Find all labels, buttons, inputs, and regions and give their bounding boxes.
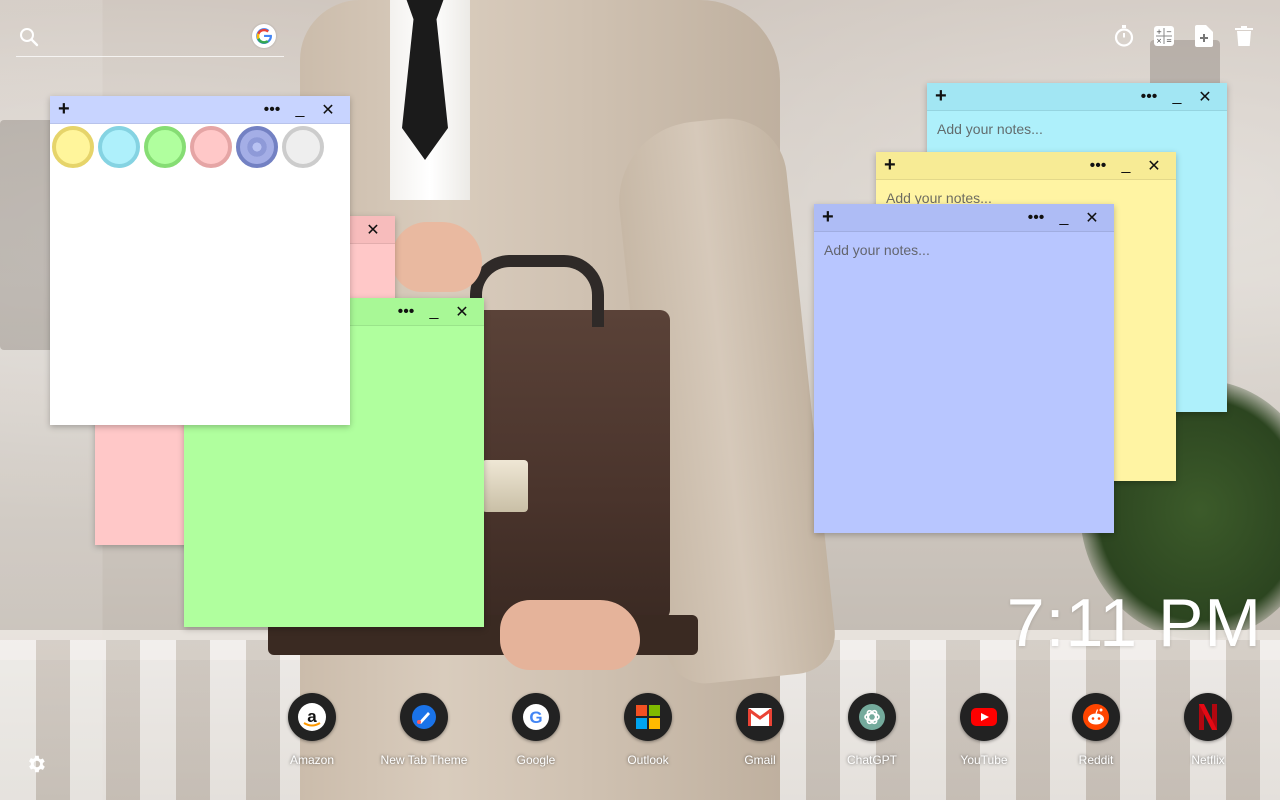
dock-app-label: ChatGPT — [846, 753, 897, 767]
dock-app-gmail[interactable]: Gmail — [704, 693, 816, 767]
search-bar — [16, 24, 284, 57]
dock-app-label: Gmail — [744, 753, 776, 767]
add-note-icon[interactable] — [1192, 24, 1216, 48]
dock-app-reddit[interactable]: Reddit — [1040, 693, 1152, 767]
close-note-button[interactable]: ✕ — [1140, 154, 1168, 178]
note-body — [50, 170, 350, 425]
color-swatch-blue[interactable] — [98, 126, 140, 168]
add-note-button[interactable]: + — [884, 154, 906, 178]
close-note-button[interactable]: ✕ — [314, 98, 342, 122]
dock-app-label: New Tab Theme — [380, 753, 468, 767]
color-swatch-purple[interactable] — [236, 126, 278, 168]
sticky-note-purple[interactable]: + ••• _ ✕ — [814, 204, 1114, 533]
dock-app-netflix[interactable]: Netflix — [1152, 693, 1264, 767]
color-swatch-pink[interactable] — [190, 126, 232, 168]
note-menu-button[interactable]: ••• — [258, 98, 286, 122]
note-menu-button[interactable]: ••• — [1022, 206, 1050, 230]
close-note-button[interactable]: ✕ — [1191, 85, 1219, 109]
note-header[interactable]: + ••• _ ✕ — [814, 204, 1114, 232]
minimize-note-button[interactable]: _ — [286, 98, 314, 122]
search-input[interactable] — [50, 26, 254, 50]
add-note-button[interactable]: + — [58, 98, 80, 122]
youtube-icon[interactable] — [960, 693, 1008, 741]
minimize-note-button[interactable]: _ — [1050, 206, 1078, 230]
color-palette — [50, 124, 350, 170]
search-icon[interactable] — [18, 26, 40, 48]
gmail-icon[interactable] — [736, 693, 784, 741]
dock-app-label: Amazon — [289, 753, 335, 767]
color-swatch-green[interactable] — [144, 126, 186, 168]
background-hand — [500, 600, 640, 670]
svg-text:=: = — [1166, 37, 1172, 45]
color-swatch-yellow[interactable] — [52, 126, 94, 168]
add-note-button[interactable]: + — [822, 206, 844, 230]
new-tab-theme-icon[interactable] — [400, 693, 448, 741]
note-textarea[interactable] — [824, 242, 1104, 523]
note-textarea[interactable] — [60, 180, 340, 415]
dock-app-google[interactable]: G Google — [480, 693, 592, 767]
google-icon[interactable]: G — [512, 693, 560, 741]
svg-text:G: G — [529, 708, 542, 727]
svg-text:×: × — [1156, 37, 1162, 45]
note-body — [814, 232, 1114, 533]
settings-gear-icon[interactable] — [25, 753, 47, 775]
background-sleeve — [611, 112, 839, 688]
dock-app-new-tab-theme[interactable]: New Tab Theme — [368, 693, 480, 767]
close-note-button[interactable]: ✕ — [359, 218, 387, 242]
dock-app-label: YouTube — [960, 753, 1008, 767]
background-tie — [402, 0, 448, 160]
note-header[interactable]: + ••• _ ✕ — [50, 96, 350, 124]
dock-app-youtube[interactable]: YouTube — [928, 693, 1040, 767]
sticky-note-white[interactable]: + ••• _ ✕ — [50, 96, 350, 425]
note-header[interactable]: + ••• _ ✕ — [927, 83, 1227, 111]
note-menu-button[interactable]: ••• — [392, 300, 420, 324]
svg-text:−: − — [1166, 28, 1172, 36]
minimize-note-button[interactable]: _ — [1112, 154, 1140, 178]
reddit-icon[interactable] — [1072, 693, 1120, 741]
trash-icon[interactable] — [1232, 24, 1256, 48]
color-swatch-white[interactable] — [282, 126, 324, 168]
close-note-button[interactable]: ✕ — [1078, 206, 1106, 230]
background-window — [740, 490, 810, 620]
app-dock: a Amazon New Tab Theme G Google Outlook … — [256, 693, 1264, 767]
netflix-icon[interactable] — [1184, 693, 1232, 741]
close-note-button[interactable]: ✕ — [448, 300, 476, 324]
background-hand — [392, 222, 482, 292]
dock-app-label: Outlook — [627, 753, 669, 767]
chatgpt-icon[interactable] — [848, 693, 896, 741]
minimize-note-button[interactable]: _ — [420, 300, 448, 324]
amazon-icon[interactable]: a — [288, 693, 336, 741]
google-search-engine-icon[interactable] — [252, 24, 276, 48]
dock-app-outlook[interactable]: Outlook — [592, 693, 704, 767]
note-menu-button[interactable]: ••• — [1135, 85, 1163, 109]
background-shirt — [390, 0, 470, 200]
dock-app-amazon[interactable]: a Amazon — [256, 693, 368, 767]
clock-time: 7:11 PM — [1006, 585, 1262, 661]
dock-app-label: Reddit — [1078, 753, 1114, 767]
add-note-button[interactable]: + — [935, 85, 957, 109]
svg-text:a: a — [307, 707, 317, 726]
calculator-icon[interactable]: + − × = — [1152, 24, 1176, 48]
timer-icon[interactable] — [1112, 24, 1136, 48]
microsoft-icon[interactable] — [624, 693, 672, 741]
dock-app-label: Netflix — [1191, 753, 1225, 767]
background-briefcase-handle — [470, 255, 604, 327]
note-header[interactable]: + ••• _ ✕ — [876, 152, 1176, 180]
toolbar: + − × = — [1112, 24, 1256, 48]
background-briefcase-latch — [482, 460, 528, 512]
note-menu-button[interactable]: ••• — [1084, 154, 1112, 178]
svg-text:+: + — [1156, 28, 1162, 36]
dock-app-label: Google — [516, 753, 556, 767]
minimize-note-button[interactable]: _ — [1163, 85, 1191, 109]
dock-app-chatgpt[interactable]: ChatGPT — [816, 693, 928, 767]
